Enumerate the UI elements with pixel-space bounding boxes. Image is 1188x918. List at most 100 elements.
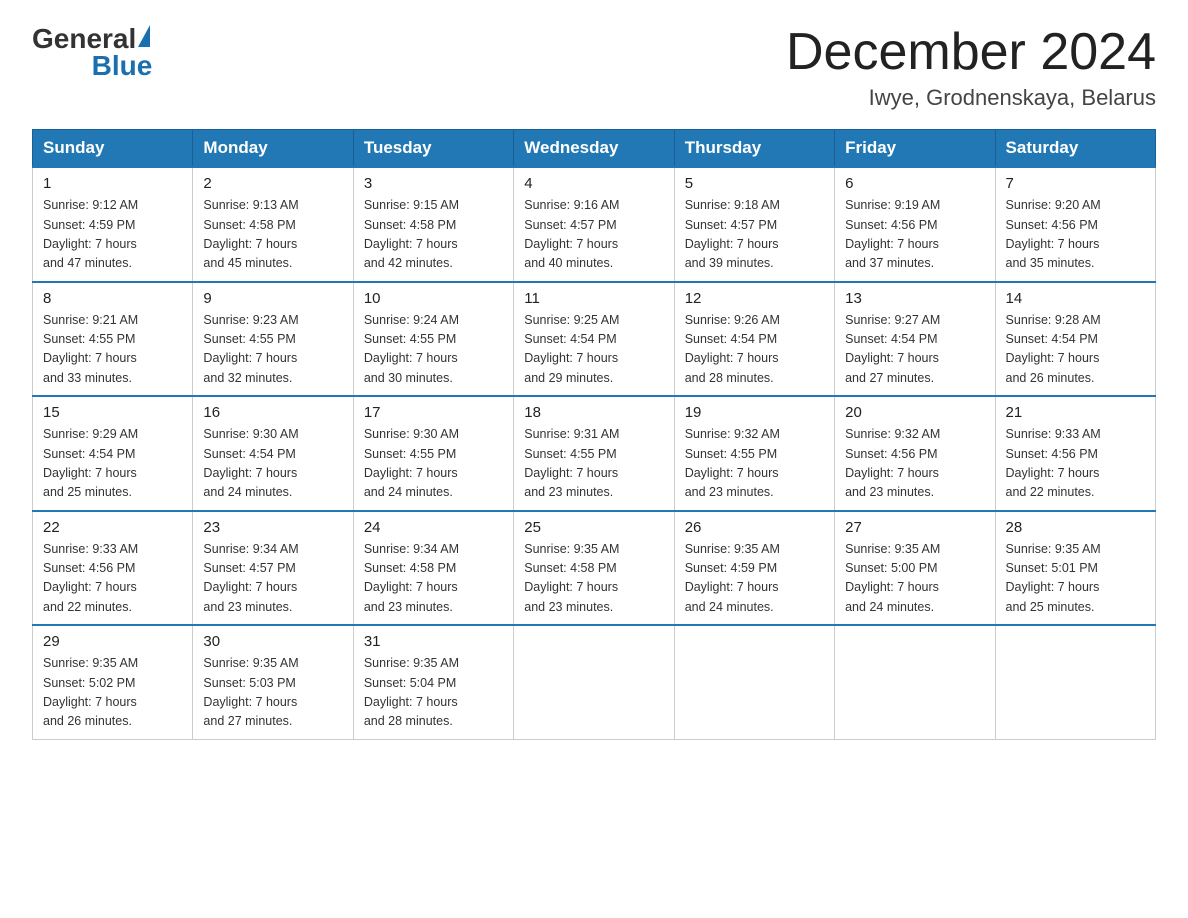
calendar-cell: 17Sunrise: 9:30 AMSunset: 4:55 PMDayligh… [353, 396, 513, 511]
day-info: Sunrise: 9:35 AMSunset: 5:01 PMDaylight:… [1006, 540, 1145, 618]
calendar-cell: 2 Sunrise: 9:13 AMSunset: 4:58 PMDaylight… [193, 167, 353, 282]
location-subtitle: Iwye, Grodnenskaya, Belarus [786, 85, 1156, 111]
day-info: Sunrise: 9:35 AMSunset: 5:00 PMDaylight:… [845, 540, 984, 618]
day-number: 6 [845, 175, 984, 192]
day-number: 21 [1006, 404, 1145, 421]
calendar-week-row: 22Sunrise: 9:33 AMSunset: 4:56 PMDayligh… [33, 511, 1156, 626]
calendar-cell: 13 Sunrise: 9:27 AMSunset: 4:54 PMDayligh… [835, 282, 995, 397]
calendar-cell: 14 Sunrise: 9:28 AMSunset: 4:54 PMDayligh… [995, 282, 1155, 397]
day-number: 12 [685, 290, 824, 307]
day-info: Sunrise: 9:32 AMSunset: 4:56 PMDaylight:… [845, 425, 984, 503]
title-block: December 2024 Iwye, Grodnenskaya, Belaru… [786, 24, 1156, 111]
day-number: 28 [1006, 519, 1145, 536]
calendar-cell: 23Sunrise: 9:34 AMSunset: 4:57 PMDayligh… [193, 511, 353, 626]
day-number: 15 [43, 404, 182, 421]
calendar-cell: 16 Sunrise: 9:30 AMSunset: 4:54 PMDayligh… [193, 396, 353, 511]
calendar-cell: 24 Sunrise: 9:34 AMSunset: 4:58 PMDayligh… [353, 511, 513, 626]
calendar-header-wednesday: Wednesday [514, 130, 674, 168]
day-number: 2 [203, 175, 342, 192]
day-number: 26 [685, 519, 824, 536]
calendar-cell: 25 Sunrise: 9:35 AMSunset: 4:58 PMDayligh… [514, 511, 674, 626]
day-info: Sunrise: 9:35 AMSunset: 5:04 PMDaylight:… [364, 654, 503, 732]
day-info: Sunrise: 9:27 AMSunset: 4:54 PMDaylight:… [845, 311, 984, 389]
calendar-cell: 1 Sunrise: 9:12 AMSunset: 4:59 PMDaylight… [33, 167, 193, 282]
day-number: 19 [685, 404, 824, 421]
day-info: Sunrise: 9:35 AMSunset: 5:03 PMDaylight:… [203, 654, 342, 732]
day-info: Sunrise: 9:31 AMSunset: 4:55 PMDaylight:… [524, 425, 663, 503]
calendar-cell: 7Sunrise: 9:20 AMSunset: 4:56 PMDaylight… [995, 167, 1155, 282]
day-number: 4 [524, 175, 663, 192]
day-number: 1 [43, 175, 182, 192]
calendar-header-thursday: Thursday [674, 130, 834, 168]
calendar-header-friday: Friday [835, 130, 995, 168]
day-info: Sunrise: 9:16 AMSunset: 4:57 PMDaylight:… [524, 196, 663, 274]
calendar-week-row: 1 Sunrise: 9:12 AMSunset: 4:59 PMDaylight… [33, 167, 1156, 282]
calendar-cell: 27Sunrise: 9:35 AMSunset: 5:00 PMDayligh… [835, 511, 995, 626]
calendar-cell: 8Sunrise: 9:21 AMSunset: 4:55 PMDaylight… [33, 282, 193, 397]
day-info: Sunrise: 9:28 AMSunset: 4:54 PMDaylight:… [1006, 311, 1145, 389]
day-number: 30 [203, 633, 342, 650]
calendar-cell: 22Sunrise: 9:33 AMSunset: 4:56 PMDayligh… [33, 511, 193, 626]
day-info: Sunrise: 9:29 AMSunset: 4:54 PMDaylight:… [43, 425, 182, 503]
day-number: 18 [524, 404, 663, 421]
calendar-cell: 15 Sunrise: 9:29 AMSunset: 4:54 PMDayligh… [33, 396, 193, 511]
day-number: 23 [203, 519, 342, 536]
day-info: Sunrise: 9:24 AMSunset: 4:55 PMDaylight:… [364, 311, 503, 389]
calendar-cell: 20 Sunrise: 9:32 AMSunset: 4:56 PMDayligh… [835, 396, 995, 511]
calendar-cell: 28 Sunrise: 9:35 AMSunset: 5:01 PMDayligh… [995, 511, 1155, 626]
day-number: 25 [524, 519, 663, 536]
day-info: Sunrise: 9:34 AMSunset: 4:58 PMDaylight:… [364, 540, 503, 618]
day-number: 14 [1006, 290, 1145, 307]
day-info: Sunrise: 9:35 AMSunset: 5:02 PMDaylight:… [43, 654, 182, 732]
day-info: Sunrise: 9:30 AMSunset: 4:54 PMDaylight:… [203, 425, 342, 503]
calendar-cell [835, 625, 995, 739]
day-info: Sunrise: 9:35 AMSunset: 4:59 PMDaylight:… [685, 540, 824, 618]
day-number: 7 [1006, 175, 1145, 192]
day-number: 5 [685, 175, 824, 192]
day-info: Sunrise: 9:35 AMSunset: 4:58 PMDaylight:… [524, 540, 663, 618]
day-number: 13 [845, 290, 984, 307]
calendar-cell: 26 Sunrise: 9:35 AMSunset: 4:59 PMDayligh… [674, 511, 834, 626]
calendar-header-tuesday: Tuesday [353, 130, 513, 168]
calendar-cell [674, 625, 834, 739]
calendar-cell: 19 Sunrise: 9:32 AMSunset: 4:55 PMDayligh… [674, 396, 834, 511]
logo-arrow-icon [138, 25, 150, 47]
day-number: 29 [43, 633, 182, 650]
calendar-cell: 4 Sunrise: 9:16 AMSunset: 4:57 PMDaylight… [514, 167, 674, 282]
calendar-header-sunday: Sunday [33, 130, 193, 168]
calendar-cell: 6 Sunrise: 9:19 AMSunset: 4:56 PMDaylight… [835, 167, 995, 282]
calendar-cell: 10Sunrise: 9:24 AMSunset: 4:55 PMDayligh… [353, 282, 513, 397]
day-number: 24 [364, 519, 503, 536]
day-info: Sunrise: 9:32 AMSunset: 4:55 PMDaylight:… [685, 425, 824, 503]
page-header: General Blue December 2024 Iwye, Grodnen… [32, 24, 1156, 111]
day-number: 22 [43, 519, 182, 536]
calendar-header-row: SundayMondayTuesdayWednesdayThursdayFrid… [33, 130, 1156, 168]
day-number: 31 [364, 633, 503, 650]
day-number: 3 [364, 175, 503, 192]
day-info: Sunrise: 9:21 AMSunset: 4:55 PMDaylight:… [43, 311, 182, 389]
day-number: 16 [203, 404, 342, 421]
logo-blue-text: Blue [32, 51, 152, 82]
calendar-cell: 29 Sunrise: 9:35 AMSunset: 5:02 PMDayligh… [33, 625, 193, 739]
day-info: Sunrise: 9:12 AMSunset: 4:59 PMDaylight:… [43, 196, 182, 274]
day-number: 20 [845, 404, 984, 421]
month-title: December 2024 [786, 24, 1156, 81]
calendar-cell: 11 Sunrise: 9:25 AMSunset: 4:54 PMDayligh… [514, 282, 674, 397]
calendar-cell: 9Sunrise: 9:23 AMSunset: 4:55 PMDaylight… [193, 282, 353, 397]
logo: General Blue [32, 24, 152, 82]
day-info: Sunrise: 9:13 AMSunset: 4:58 PMDaylight:… [203, 196, 342, 274]
day-info: Sunrise: 9:18 AMSunset: 4:57 PMDaylight:… [685, 196, 824, 274]
day-number: 17 [364, 404, 503, 421]
day-info: Sunrise: 9:33 AMSunset: 4:56 PMDaylight:… [1006, 425, 1145, 503]
calendar-cell: 30 Sunrise: 9:35 AMSunset: 5:03 PMDayligh… [193, 625, 353, 739]
day-info: Sunrise: 9:19 AMSunset: 4:56 PMDaylight:… [845, 196, 984, 274]
calendar-cell: 5 Sunrise: 9:18 AMSunset: 4:57 PMDaylight… [674, 167, 834, 282]
calendar-table: SundayMondayTuesdayWednesdayThursdayFrid… [32, 129, 1156, 740]
calendar-header-saturday: Saturday [995, 130, 1155, 168]
calendar-cell [514, 625, 674, 739]
day-info: Sunrise: 9:25 AMSunset: 4:54 PMDaylight:… [524, 311, 663, 389]
day-number: 11 [524, 290, 663, 307]
calendar-week-row: 29 Sunrise: 9:35 AMSunset: 5:02 PMDayligh… [33, 625, 1156, 739]
calendar-week-row: 8Sunrise: 9:21 AMSunset: 4:55 PMDaylight… [33, 282, 1156, 397]
calendar-cell: 18 Sunrise: 9:31 AMSunset: 4:55 PMDayligh… [514, 396, 674, 511]
